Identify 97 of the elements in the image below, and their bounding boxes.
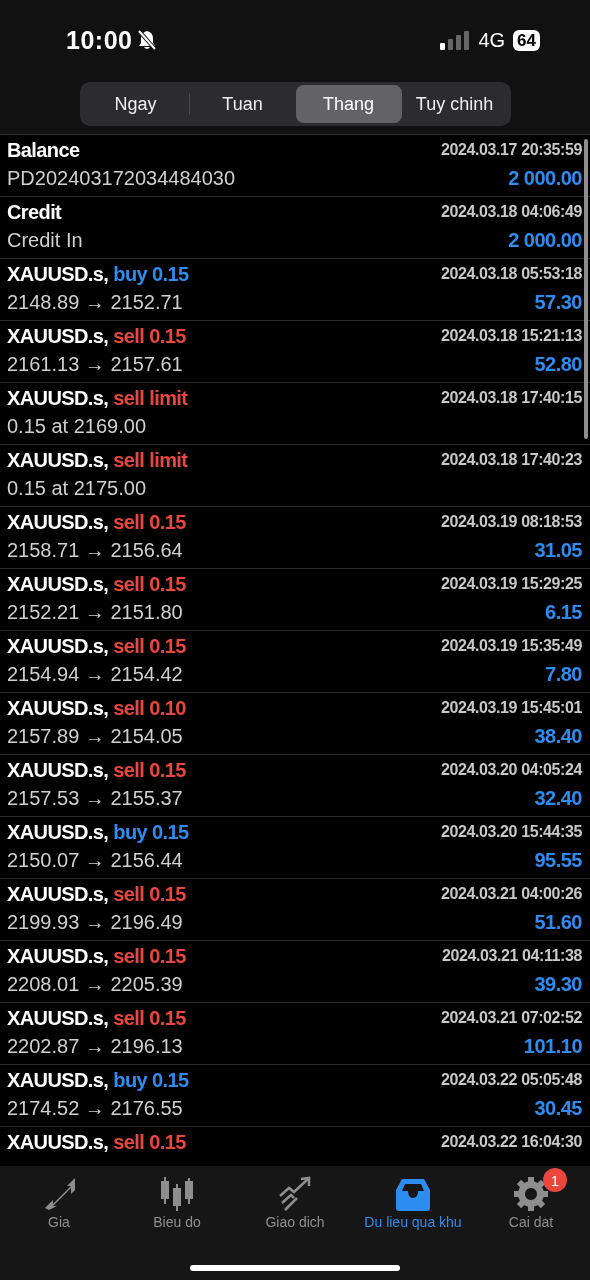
row-title: XAUUSD.s, (7, 696, 109, 720)
settings-icon (513, 1176, 549, 1212)
row-detail: 2202.87 → 2196.13 (7, 1035, 183, 1058)
row-detail: Credit In (7, 229, 83, 252)
row-time: 2024.03.18 17:40:15 (441, 389, 582, 407)
order-type: sell 0.15 (113, 634, 186, 658)
order-type: sell 0.15 (113, 510, 186, 534)
order-type: sell 0.15 (113, 1006, 186, 1030)
row-time: 2024.03.18 17:40:23 (441, 451, 582, 469)
row-time: 2024.03.20 04:05:24 (441, 761, 582, 779)
period-tab[interactable]: Tuy chinh (401, 85, 508, 123)
row-detail: 2150.07 → 2156.44 (7, 849, 183, 872)
trend-lines-icon (277, 1176, 313, 1212)
row-title: XAUUSD.s, (7, 882, 109, 906)
row-title: Balance (7, 138, 80, 162)
row-detail: 2148.89 → 2152.71 (7, 291, 183, 314)
row-title: XAUUSD.s, (7, 572, 109, 596)
signal-icon (440, 30, 471, 50)
row-amount: 2 000.00 (508, 229, 582, 252)
order-type: sell 0.15 (113, 944, 186, 968)
row-title: Credit (7, 200, 62, 224)
row-detail: 2154.94 → 2154.42 (7, 663, 183, 686)
row-amount: 7.80 (545, 663, 582, 686)
nav-tab[interactable]: Giao dich (236, 1176, 354, 1236)
row-time: 2024.03.19 15:45:01 (441, 699, 582, 717)
status-time: 10:00 (66, 25, 133, 55)
row-amount: 39.30 (534, 973, 582, 996)
row-detail: 2152.21 → 2151.80 (7, 601, 183, 624)
row-title: XAUUSD.s, (7, 634, 109, 658)
row-detail: 2199.93 → 2196.49 (7, 911, 183, 934)
row-amount: 38.40 (534, 725, 582, 748)
order-type: sell 0.15 (113, 758, 186, 782)
row-title: XAUUSD.s, (7, 510, 109, 534)
row-detail: PD202403172034484030 (7, 167, 235, 190)
row-time: 2024.03.20 15:44:35 (441, 823, 582, 841)
inbox-tray-icon (395, 1176, 431, 1212)
row-time: 2024.03.21 04:11:38 (441, 947, 582, 965)
row-detail: 2157.89 → 2154.05 (7, 725, 183, 748)
row-amount: 95.55 (534, 849, 582, 872)
order-type: sell limit (113, 448, 188, 472)
nav-tab[interactable]: Gia (0, 1176, 118, 1236)
row-time: 2024.03.19 15:35:49 (441, 637, 582, 655)
row-detail: 0.15 at 2175.00 (7, 477, 146, 500)
row-amount: 51.60 (534, 911, 582, 934)
row-detail: 2174.52 → 2176.55 (7, 1097, 183, 1120)
row-time: 2024.03.19 15:29:25 (441, 575, 582, 593)
row-time: 2024.03.22 16:04:30 (441, 1133, 582, 1151)
row-amount: 31.05 (534, 539, 582, 562)
row-title: XAUUSD.s, (7, 820, 109, 844)
row-detail: 0.15 at 2169.00 (7, 415, 146, 438)
row-time: 2024.03.17 20:35:59 (441, 141, 582, 159)
row-amount: 2 000.00 (508, 167, 582, 190)
battery-level: 64 (513, 29, 540, 51)
candlestick-icon (159, 1176, 195, 1212)
row-title: XAUUSD.s, (7, 262, 109, 286)
row-amount: 30.45 (534, 1097, 582, 1120)
row-time: 2024.03.18 04:06:49 (441, 203, 582, 221)
muted-bell-icon (136, 29, 159, 51)
row-amount: 32.40 (534, 787, 582, 810)
row-title: XAUUSD.s, (7, 758, 109, 782)
notification-badge: 1 (542, 1168, 567, 1192)
row-time: 2024.03.18 05:53:18 (441, 265, 582, 283)
row-title: XAUUSD.s, (7, 386, 109, 410)
row-detail: 2208.01 → 2205.39 (7, 973, 183, 996)
row-detail: 2161.13 → 2157.61 (7, 353, 183, 376)
row-title: XAUUSD.s, (7, 448, 109, 472)
network-type: 4G (478, 28, 506, 52)
row-amount: 57.30 (534, 291, 582, 314)
order-type: buy 0.15 (113, 820, 189, 844)
nav-tab[interactable]: Du lieu qua khu (354, 1176, 472, 1236)
period-tab[interactable]: Ngay (82, 85, 189, 123)
order-type: buy 0.15 (113, 262, 189, 286)
order-type: sell 0.15 (113, 882, 186, 906)
order-type: sell 0.15 (113, 572, 186, 596)
row-amount: 6.15 (545, 601, 582, 624)
period-tab[interactable]: Thang (295, 85, 402, 123)
row-title: XAUUSD.s, (7, 944, 109, 968)
order-type: sell 0.15 (113, 324, 186, 348)
order-type: sell 0.10 (113, 696, 186, 720)
order-type: sell 0.15 (113, 1130, 186, 1154)
row-title: XAUUSD.s, (7, 1130, 109, 1154)
nav-tab[interactable]: Bieu do (118, 1176, 236, 1236)
row-time: 2024.03.22 05:05:48 (441, 1071, 582, 1089)
row-detail: 2157.53 → 2155.37 (7, 787, 183, 810)
row-time: 2024.03.21 04:00:26 (441, 885, 582, 903)
row-amount: 101.10 (523, 1035, 582, 1058)
row-title: XAUUSD.s, (7, 1006, 109, 1030)
order-type: buy 0.15 (113, 1068, 189, 1092)
row-time: 2024.03.18 15:21:13 (441, 327, 582, 345)
row-time: 2024.03.21 07:02:52 (441, 1009, 582, 1027)
period-tab[interactable]: Tuan (189, 85, 296, 123)
row-amount: 52.80 (534, 353, 582, 376)
row-detail: 2158.71 → 2156.64 (7, 539, 183, 562)
row-title: XAUUSD.s, (7, 1068, 109, 1092)
row-title: XAUUSD.s, (7, 324, 109, 348)
row-time: 2024.03.19 08:18:53 (441, 513, 582, 531)
order-type: sell limit (113, 386, 188, 410)
